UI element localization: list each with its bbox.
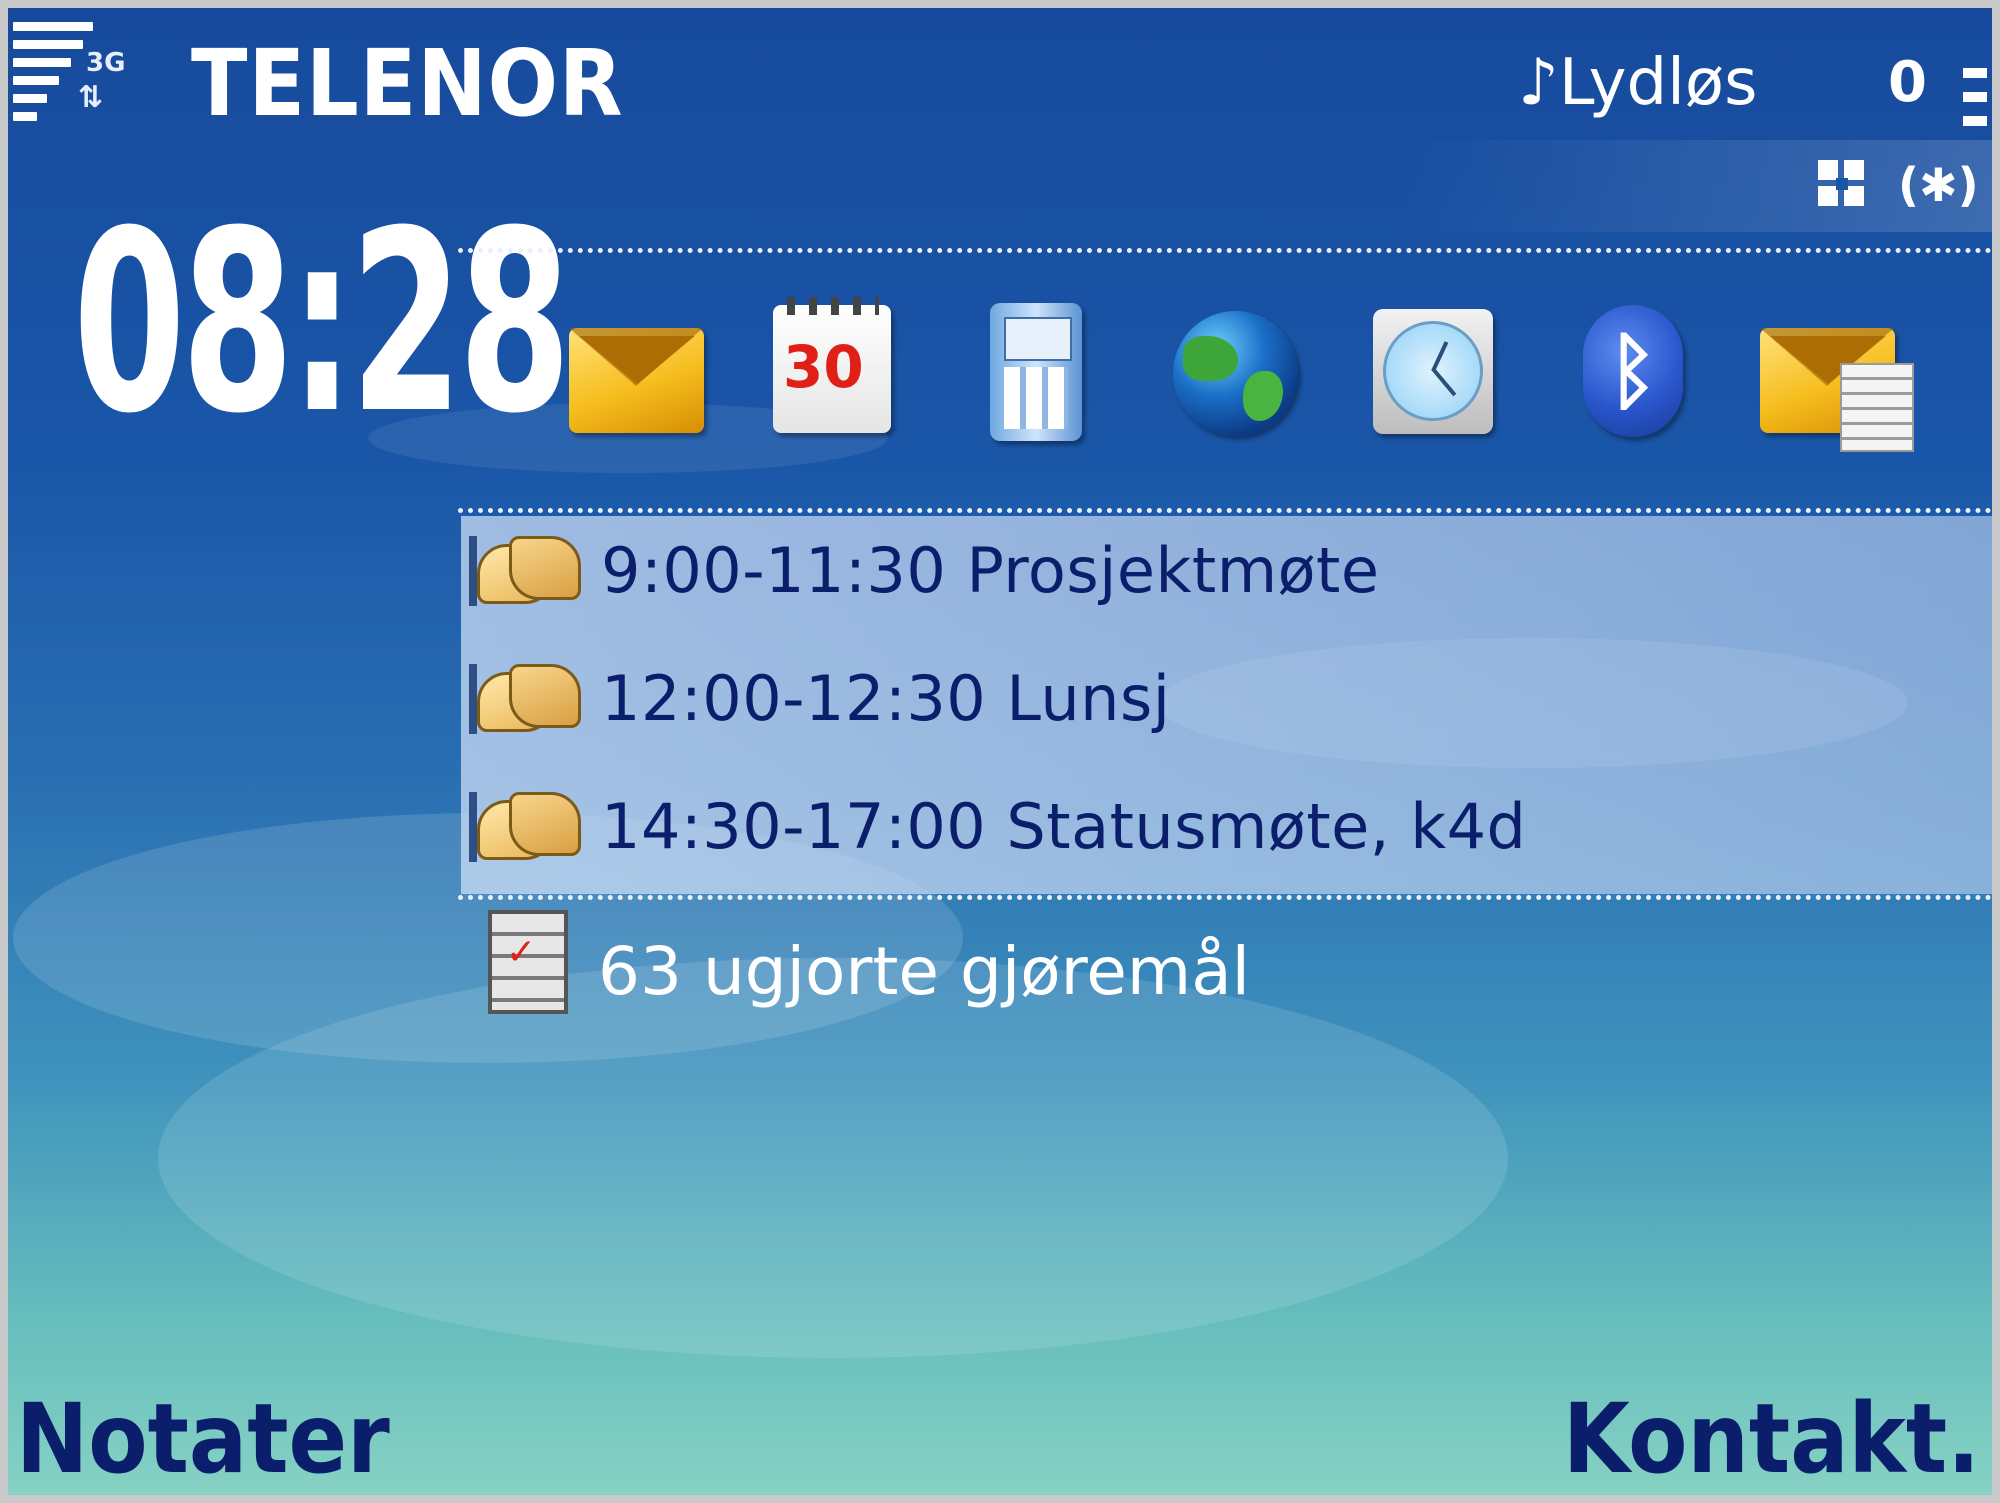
left-softkey[interactable]: Notater bbox=[16, 1383, 390, 1495]
operator-name: TELENOR bbox=[191, 30, 624, 137]
shortcut-clock[interactable] bbox=[1343, 293, 1493, 453]
home-screen: 3G ⇅ TELENOR ♪Lydløs 0 (✱) 08:28 30 ᛒ 9:… bbox=[8, 8, 1992, 1495]
divider bbox=[458, 508, 1992, 513]
agenda-entry[interactable]: 14:30-17:00 Statusmøte, k4d bbox=[461, 772, 1992, 898]
agenda-entry-text: 12:00-12:30 Lunsj bbox=[601, 662, 1171, 735]
todo-icon: ✓ bbox=[488, 910, 568, 1014]
meeting-icon bbox=[469, 782, 581, 868]
meeting-icon bbox=[469, 654, 581, 740]
shortcut-web[interactable] bbox=[1148, 293, 1298, 453]
agenda-entry[interactable]: 12:00-12:30 Lunsj bbox=[461, 644, 1992, 770]
mobile-icon bbox=[990, 303, 1082, 441]
shortcut-messaging[interactable] bbox=[561, 293, 711, 453]
calendar-date-badge: 30 bbox=[783, 333, 864, 401]
background-ellipse bbox=[158, 958, 1508, 1358]
clock-time[interactable]: 08:28 bbox=[73, 198, 571, 448]
agenda-entry[interactable]: 9:00-11:30 Prosjektmøte bbox=[461, 516, 1992, 642]
divider bbox=[458, 895, 1992, 900]
bluetooth-icon: ᛒ bbox=[1583, 305, 1683, 437]
messaging-icon bbox=[569, 328, 704, 433]
network-type-label: 3G bbox=[86, 48, 126, 78]
profile-indicator[interactable]: ♪Lydløs bbox=[1518, 46, 1757, 120]
shortcut-calendar[interactable]: 30 bbox=[753, 293, 903, 453]
battery-icon bbox=[1963, 68, 1987, 132]
todo-summary[interactable]: 63 ugjorte gjøremål bbox=[598, 933, 1250, 1010]
calendar-agenda[interactable]: 9:00-11:30 Prosjektmøte 12:00-12:30 Luns… bbox=[461, 516, 1992, 894]
meeting-icon bbox=[469, 526, 581, 612]
status-bar: 3G ⇅ TELENOR ♪Lydløs 0 bbox=[8, 8, 1992, 137]
agenda-entry-text: 14:30-17:00 Statusmøte, k4d bbox=[601, 790, 1527, 863]
silent-note-icon: ♪ bbox=[1518, 46, 1559, 120]
email-document-icon bbox=[1840, 363, 1914, 452]
divider bbox=[458, 248, 1992, 253]
calendar-icon: 30 bbox=[773, 297, 891, 433]
message-count: 0 bbox=[1888, 50, 1927, 115]
shortcut-bluetooth[interactable]: ᛒ bbox=[1538, 293, 1688, 453]
agenda-entry-text: 9:00-11:30 Prosjektmøte bbox=[601, 534, 1380, 607]
data-transfer-icon: ⇅ bbox=[78, 80, 104, 115]
clock-icon bbox=[1373, 309, 1493, 434]
bluetooth-indicator-icon: (✱) bbox=[1898, 158, 1979, 212]
shortcut-email[interactable] bbox=[1760, 293, 1914, 453]
packet-data-icon bbox=[1818, 160, 1864, 206]
profile-label: Lydløs bbox=[1558, 46, 1758, 120]
right-softkey[interactable]: Kontakt. bbox=[1563, 1383, 1980, 1495]
shortcut-mobile[interactable] bbox=[950, 293, 1100, 453]
web-globe-icon bbox=[1173, 311, 1298, 436]
